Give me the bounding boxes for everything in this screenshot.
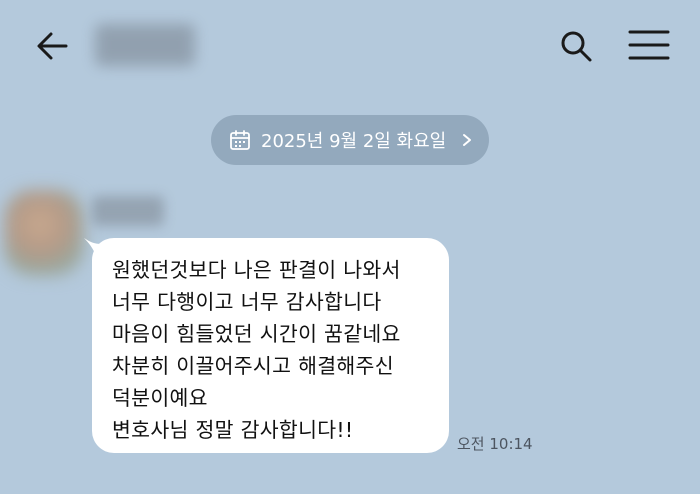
message-line: 너무 다행이고 너무 감사합니다 (112, 290, 382, 314)
calendar-icon (230, 130, 250, 150)
search-button[interactable] (556, 26, 596, 66)
top-bar (0, 0, 700, 92)
back-button[interactable] (32, 26, 72, 66)
hamburger-menu-icon (628, 30, 670, 60)
date-text: 2025년 9월 2일 화요일 (261, 131, 447, 152)
message-line: 원했던것보다 나은 판결이 나와서 (112, 258, 401, 282)
message-bubble[interactable]: 원했던것보다 나은 판결이 나와서 너무 다행이고 너무 감사합니다 마음이 힘… (92, 238, 449, 453)
message-line: 변호사님 정말 감사합니다!! (112, 418, 354, 442)
sender-name-blurred (92, 196, 164, 226)
chevron-right-icon (463, 134, 472, 146)
search-icon (561, 31, 592, 62)
arrow-left-icon (37, 32, 68, 60)
date-divider[interactable]: 2025년 9월 2일 화요일 (211, 115, 489, 165)
message-line: 마음이 힘들었던 시간이 꿈같네요 (112, 322, 401, 346)
message-line: 차분히 이끌어주시고 해결해주신 (112, 354, 394, 378)
message-line: 덕분이예요 (112, 386, 208, 410)
chat-title-blurred (95, 24, 195, 66)
menu-button[interactable] (626, 24, 672, 66)
message-time: 오전 10:14 (457, 435, 533, 453)
sender-avatar-blurred[interactable] (4, 190, 84, 276)
